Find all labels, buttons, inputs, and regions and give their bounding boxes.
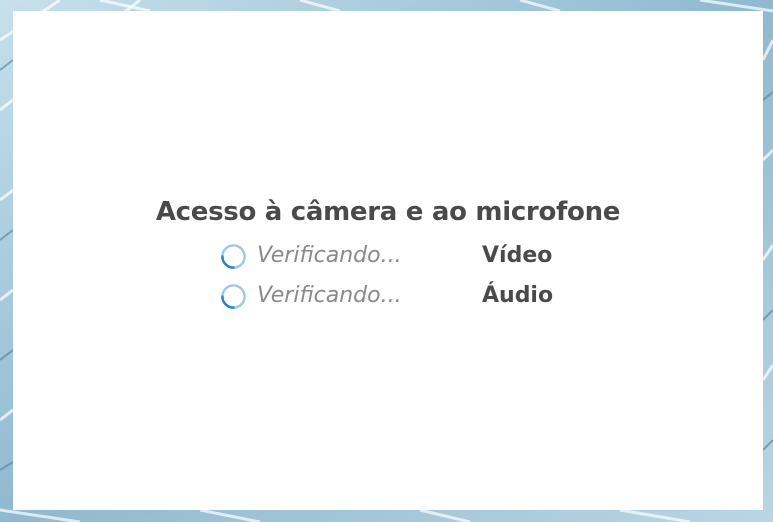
loading-spinner-icon [221, 244, 246, 269]
audio-check-row: Verificando... Áudio [220, 280, 560, 310]
video-check-row: Verificando... Vídeo [220, 240, 560, 270]
loading-spinner-icon [221, 284, 246, 309]
audio-status-text: Verificando... [257, 283, 402, 308]
video-label: Vídeo [482, 243, 553, 268]
permission-dialog: Acesso à câmera e ao microfone Verifican… [13, 11, 763, 510]
video-status-text: Verificando... [257, 243, 402, 268]
dialog-title: Acesso à câmera e ao microfone [155, 197, 621, 227]
audio-label: Áudio [482, 283, 554, 308]
